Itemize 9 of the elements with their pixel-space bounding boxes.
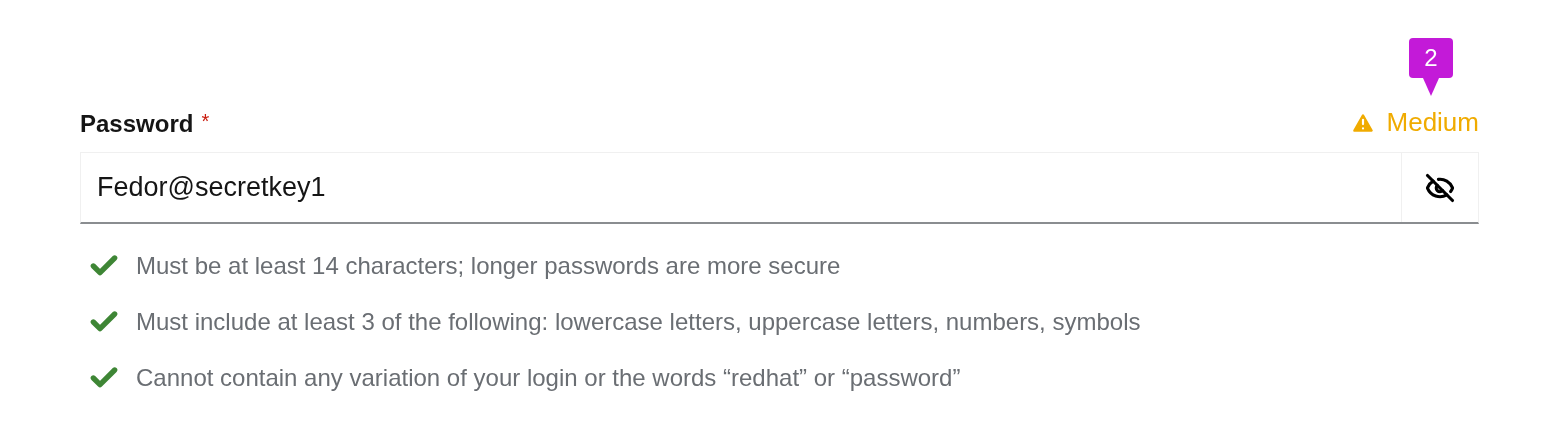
password-value: Fedor@secretkey1 [97,171,326,205]
requirement-text: Cannot contain any variation of your login or the words “redhat” or “password” [136,363,961,393]
field-label: Password [80,109,194,139]
password-field[interactable]: Fedor@secretkey1 [80,152,1479,224]
eye-slash-icon [1425,172,1455,203]
requirement-text: Must include at least 3 of the following: lowercase letters, uppercase letters, numbers, symbols [136,307,1141,337]
strength-label: Medium [1386,106,1479,139]
required-mark: * [201,109,210,134]
requirement-text: Must be at least 14 characters; longer passwords are more secure [136,251,841,281]
